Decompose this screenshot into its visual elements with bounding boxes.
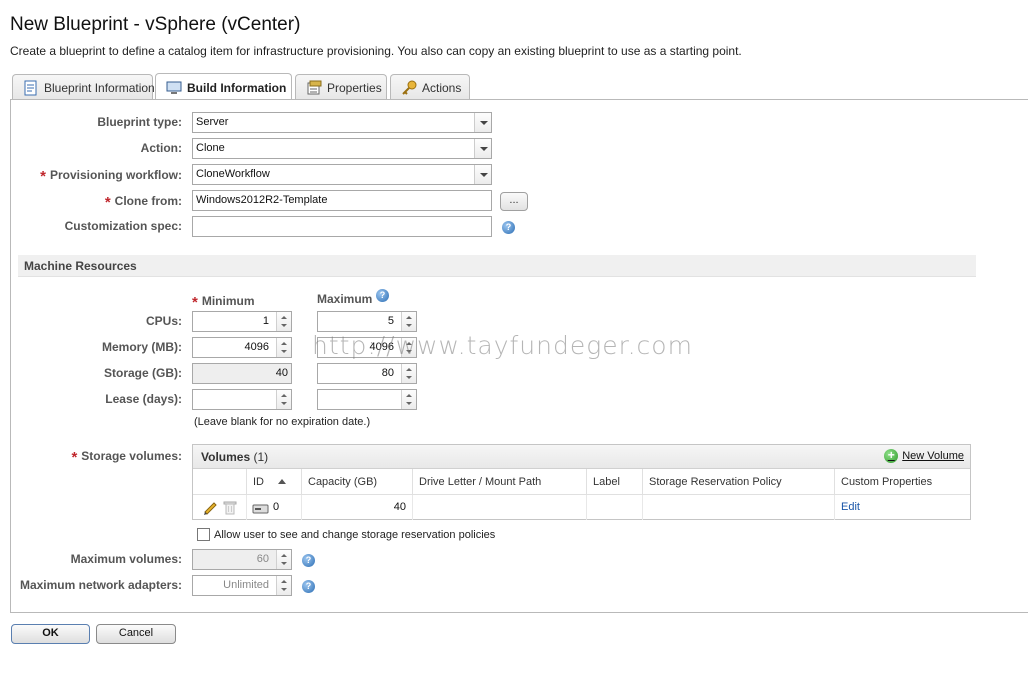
storage-min-field: 40 [192, 363, 292, 384]
action-value: Clone [196, 142, 225, 154]
cpus-max-stepper[interactable]: 5 [317, 311, 417, 332]
volumes-count: (1) [253, 450, 269, 464]
ok-button[interactable]: OK [11, 624, 90, 644]
minimum-header: * Minimum [192, 294, 255, 311]
column-id[interactable]: ID [247, 469, 302, 495]
tab-actions[interactable]: Actions [390, 74, 470, 100]
new-volume-button[interactable]: + New Volume [884, 449, 964, 463]
row-actions [193, 495, 247, 520]
cancel-button[interactable]: Cancel [96, 624, 176, 644]
chevron-down-icon[interactable] [474, 139, 491, 158]
help-icon[interactable]: ? [502, 221, 515, 234]
volumes-header: Volumes (1) + New Volume [193, 445, 970, 469]
storage-label: Storage (GB): [104, 366, 182, 380]
blueprint-type-label: Blueprint type: [97, 115, 182, 129]
stepper-arrows-icon[interactable] [401, 390, 416, 409]
allow-storage-policy-checkbox[interactable] [197, 528, 210, 541]
clone-from-label: * Clone from: [104, 194, 182, 211]
memory-label: Memory (MB): [102, 340, 182, 354]
blueprint-type-select[interactable]: Server [192, 112, 492, 133]
column-drive-letter[interactable]: Drive Letter / Mount Path [413, 469, 587, 495]
memory-min-stepper[interactable]: 4096 [192, 337, 292, 358]
cpus-min-stepper[interactable]: 1 [192, 311, 292, 332]
row-id: 0 [247, 495, 302, 520]
lease-label: Lease (days): [105, 392, 182, 406]
column-storage-reservation-policy[interactable]: Storage Reservation Policy [643, 469, 835, 495]
row-capacity: 40 [302, 495, 413, 520]
action-select[interactable]: Clone [192, 138, 492, 159]
max-network-adapters-label: Maximum network adapters: [19, 578, 182, 592]
allow-storage-policy-label: Allow user to see and change storage res… [214, 529, 496, 541]
column-capacity[interactable]: Capacity (GB) [302, 469, 413, 495]
help-icon[interactable]: ? [302, 580, 315, 593]
watermark-text: http://www.tayfundeger.com [312, 331, 693, 360]
row-drive-letter [413, 495, 587, 520]
volumes-panel: Volumes (1) + New Volume ID Capacity (GB… [192, 444, 971, 520]
maximum-header: Maximum [317, 292, 373, 306]
disk-icon [252, 504, 269, 514]
monitor-icon [166, 81, 182, 94]
key-icon [402, 80, 417, 95]
tab-label: Build Information [187, 80, 287, 95]
sort-ascending-icon [278, 479, 286, 484]
stepper-arrows-icon[interactable] [276, 338, 291, 357]
column-actions [193, 469, 247, 495]
trash-icon[interactable] [223, 500, 237, 515]
max-volumes-stepper[interactable]: 60 [192, 549, 292, 570]
edit-custom-properties-link[interactable]: Edit [835, 495, 970, 520]
clone-from-input[interactable]: Windows2012R2-Template [192, 190, 492, 211]
blueprint-type-value: Server [196, 116, 229, 128]
lease-min-stepper[interactable] [192, 389, 292, 410]
customization-spec-input[interactable] [192, 216, 492, 237]
document-icon [24, 80, 37, 95]
storage-volumes-label: * Storage volumes: [71, 449, 182, 466]
stepper-arrows-icon[interactable] [401, 312, 416, 331]
column-custom-properties[interactable]: Custom Properties [835, 469, 970, 495]
cpus-label: CPUs: [145, 314, 182, 328]
provisioning-workflow-value: CloneWorkflow [196, 168, 270, 180]
tab-label: Blueprint Information [44, 80, 155, 95]
action-label: Action: [140, 141, 182, 155]
chevron-down-icon[interactable] [474, 113, 491, 132]
stepper-arrows-icon[interactable] [276, 550, 291, 569]
browse-button[interactable]: ... [500, 192, 528, 211]
page-title: New Blueprint - vSphere (vCenter) [10, 14, 301, 35]
pencil-icon[interactable] [202, 500, 218, 515]
column-label[interactable]: Label [587, 469, 643, 495]
properties-icon [307, 80, 322, 94]
chevron-down-icon[interactable] [474, 165, 491, 184]
add-icon: + [884, 449, 899, 463]
row-label [587, 495, 643, 520]
storage-max-stepper[interactable]: 80 [317, 363, 417, 384]
lease-max-stepper[interactable] [317, 389, 417, 410]
page-subtitle: Create a blueprint to define a catalog i… [10, 44, 742, 58]
volumes-title: Volumes (1) [201, 450, 269, 464]
required-asterisk-icon: * [71, 449, 78, 466]
tab-build-information[interactable]: Build Information [155, 73, 292, 101]
max-volumes-label: Maximum volumes: [70, 552, 182, 566]
help-icon[interactable]: ? [302, 554, 315, 567]
required-asterisk-icon: * [192, 294, 198, 311]
lease-note: (Leave blank for no expiration date.) [194, 416, 371, 428]
row-storage-policy [643, 495, 835, 520]
customization-spec-label: Customization spec: [64, 219, 182, 233]
required-asterisk-icon: * [40, 168, 46, 185]
provisioning-workflow-label: * Provisioning workflow: [40, 168, 182, 185]
tab-label: Properties [327, 80, 382, 95]
provisioning-workflow-select[interactable]: CloneWorkflow [192, 164, 492, 185]
stepper-arrows-icon[interactable] [276, 312, 291, 331]
stepper-arrows-icon[interactable] [276, 576, 291, 595]
max-network-adapters-stepper[interactable]: Unlimited [192, 575, 292, 596]
machine-resources-header: Machine Resources [18, 255, 976, 277]
stepper-arrows-icon[interactable] [276, 390, 291, 409]
required-asterisk-icon: * [104, 194, 111, 211]
help-icon[interactable]: ? [376, 289, 389, 302]
tab-blueprint-information[interactable]: Blueprint Information [12, 74, 155, 100]
stepper-arrows-icon[interactable] [401, 364, 416, 383]
tab-label: Actions [422, 80, 462, 95]
tab-properties[interactable]: Properties [295, 74, 387, 100]
